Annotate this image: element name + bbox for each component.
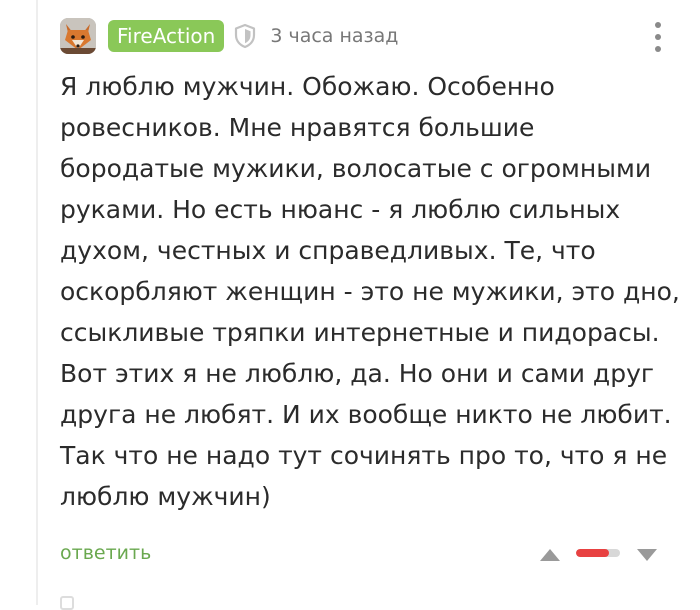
comment-header: FireAction 3 часа назад	[60, 17, 680, 55]
more-vertical-icon[interactable]	[650, 20, 666, 54]
shield-icon	[232, 21, 258, 51]
comment-text: Я люблю мужчин. Обожаю. Особенно ровесни…	[60, 72, 680, 511]
rating-bar-fill	[576, 549, 609, 557]
fox-avatar-icon	[60, 18, 96, 54]
username-badge[interactable]: FireAction	[108, 20, 225, 52]
collapse-toggle[interactable]	[60, 596, 74, 610]
thread-line	[36, 0, 38, 605]
comment-timestamp: 3 часа назад	[270, 25, 399, 47]
triangle-down-icon[interactable]	[636, 547, 658, 566]
comment-footer: ответить	[60, 538, 680, 568]
reply-link[interactable]: ответить	[60, 538, 151, 568]
comment: FireAction 3 часа назад Я люблю мужчин. …	[60, 0, 680, 610]
rating-bar	[576, 549, 620, 557]
triangle-up-icon[interactable]	[539, 547, 561, 566]
avatar[interactable]	[60, 18, 96, 54]
